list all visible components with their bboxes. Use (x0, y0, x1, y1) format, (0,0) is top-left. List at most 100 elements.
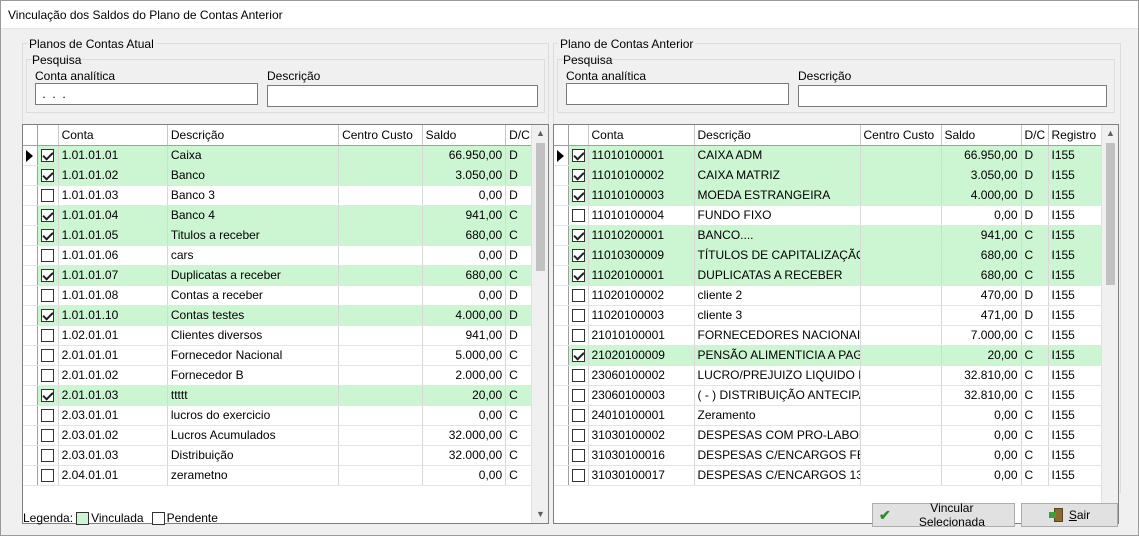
table-row[interactable]: 11020100002 cliente 2 470,00 D I155 (554, 285, 1104, 306)
right-header-registro[interactable]: Registro (1048, 125, 1104, 146)
table-row[interactable]: 1.01.01.04 Banco 4 941,00 C (23, 205, 533, 226)
left-header-conta[interactable]: Conta (58, 125, 168, 146)
table-row[interactable]: 11010100004 FUNDO FIXO 0,00 D I155 (554, 205, 1104, 226)
row-checkbox[interactable] (41, 269, 55, 283)
left-descricao-input[interactable] (267, 85, 538, 107)
row-checkbox[interactable] (41, 309, 55, 323)
right-descricao-input[interactable] (798, 85, 1107, 107)
row-checkbox[interactable] (41, 209, 55, 223)
row-checkbox[interactable] (41, 369, 55, 383)
table-row[interactable]: 1.01.01.03 Banco 3 0,00 D (23, 185, 533, 206)
row-checkbox[interactable] (41, 249, 55, 263)
table-row[interactable]: 11020100003 cliente 3 471,00 D I155 (554, 305, 1104, 326)
table-row[interactable]: 2.01.01.01 Fornecedor Nacional 5.000,00 C (23, 345, 533, 366)
left-header-dc[interactable]: D/C (505, 125, 533, 146)
row-checkbox[interactable] (41, 449, 55, 463)
left-conta-input[interactable] (35, 83, 258, 105)
table-row[interactable]: 2.03.01.03 Distribuição 32.000,00 C (23, 445, 533, 466)
row-checkbox[interactable] (41, 349, 55, 363)
row-checkbox[interactable] (41, 229, 55, 243)
table-row[interactable]: 31030100002 DESPESAS COM PRO-LABORE 0,00 C I… (554, 425, 1104, 446)
right-header-check (568, 125, 589, 146)
left-scroll-thumb[interactable] (536, 143, 545, 271)
row-checkbox[interactable] (571, 209, 585, 223)
table-row[interactable]: 11010100003 MOEDA ESTRANGEIRA 4.000,00 D I15… (554, 185, 1104, 206)
table-row[interactable]: 1.01.01.01 Caixa 66.950,00 D (23, 145, 533, 166)
row-checkbox[interactable] (41, 409, 55, 423)
row-checkbox[interactable] (571, 149, 585, 163)
left-header-descricao[interactable]: Descrição (167, 125, 340, 146)
table-row[interactable]: 21010100001 FORNECEDORES NACIONAIS 7.000,0… (554, 325, 1104, 346)
row-checkbox[interactable] (571, 229, 585, 243)
table-row[interactable]: 11010100001 CAIXA ADM 66.950,00 D I155 (554, 145, 1104, 166)
right-header-saldo[interactable]: Saldo (941, 125, 1022, 146)
row-checkbox[interactable] (41, 289, 55, 303)
left-header-saldo[interactable]: Saldo (422, 125, 507, 146)
row-checkbox[interactable] (571, 349, 585, 363)
row-indicator (554, 145, 569, 166)
row-checkbox[interactable] (571, 189, 585, 203)
row-checkbox[interactable] (41, 429, 55, 443)
table-row[interactable]: 1.02.01.01 Clientes diversos 941,00 D (23, 325, 533, 346)
table-row[interactable]: 21020100009 PENSÃO ALIMENTICIA A PAGA 20,0… (554, 345, 1104, 366)
table-row[interactable]: 2.01.01.02 Fornecedor B 2.000,00 C (23, 365, 533, 386)
row-checkbox[interactable] (571, 309, 585, 323)
table-row[interactable]: 1.01.01.05 Titulos a receber 680,00 C (23, 225, 533, 246)
left-scroll-down-icon[interactable]: ▼ (532, 506, 548, 523)
table-row[interactable]: 1.01.01.06 cars 0,00 D (23, 245, 533, 266)
row-checkbox[interactable] (41, 469, 55, 483)
dialog-window: Vinculação dos Saldos do Plano de Contas… (0, 0, 1139, 536)
row-checkbox[interactable] (571, 329, 585, 343)
row-checkbox[interactable] (571, 469, 585, 483)
table-row[interactable]: 23060100003( - ) DISTRIBUIÇÃO ANTECIPAD 3… (554, 385, 1104, 406)
table-row[interactable]: 24010100001 Zeramento 0,00 C I155 (554, 405, 1104, 426)
right-scroll-thumb[interactable] (1106, 143, 1115, 285)
row-checkbox[interactable] (571, 289, 585, 303)
sair-button[interactable]: Sair (1021, 503, 1118, 527)
row-checkbox[interactable] (571, 269, 585, 283)
left-header-centro[interactable]: Centro Custo (338, 125, 423, 146)
row-checkbox[interactable] (571, 169, 585, 183)
table-row[interactable]: 31030100016DESPESAS C/ENCARGOS FÉRIA 0,00… (554, 445, 1104, 466)
row-checkbox[interactable] (41, 169, 55, 183)
table-row[interactable]: 23060100002 LUCRO/PREJUIZO LIQUIDO DO 32.8… (554, 365, 1104, 386)
table-row[interactable]: 1.01.01.10 Contas testes 4.000,00 D (23, 305, 533, 326)
row-checkbox[interactable] (41, 189, 55, 203)
row-registro: I155 (1048, 285, 1104, 306)
row-checkbox[interactable] (41, 149, 55, 163)
right-header-conta[interactable]: Conta (588, 125, 695, 146)
right-conta-input[interactable] (566, 83, 789, 105)
table-row[interactable]: 2.03.01.01 lucros do exercicio 0,00 C (23, 405, 533, 426)
left-scrollbar[interactable]: ▲ ▼ (531, 125, 548, 523)
table-row[interactable]: 1.01.01.02 Banco 3.050,00 D (23, 165, 533, 186)
vincular-selecionada-button[interactable]: ✔ Vincular Selecionada (872, 501, 1015, 529)
row-checkbox[interactable] (41, 329, 55, 343)
table-row[interactable]: 2.04.01.01 zerametno 0,00 C (23, 465, 533, 486)
table-row[interactable]: 2.03.01.02 Lucros Acumulados 32.000,00 C (23, 425, 533, 446)
left-scroll-up-icon[interactable]: ▲ (532, 125, 548, 142)
table-row[interactable]: 1.01.01.08 Contas a receber 0,00 D (23, 285, 533, 306)
right-header-descricao[interactable]: Descrição (694, 125, 861, 146)
previous-accounts-grid[interactable]: Conta Descrição Centro Custo Saldo D/C R… (553, 124, 1119, 524)
row-checkbox[interactable] (571, 409, 585, 423)
right-header-dc[interactable]: D/C (1021, 125, 1049, 146)
legend-pending-text: Pendente (166, 511, 218, 525)
table-row[interactable]: 31030100017DESPESAS C/ENCARGOS 13º - I 0,… (554, 465, 1104, 486)
row-checkbox[interactable] (571, 429, 585, 443)
row-checkbox[interactable] (571, 449, 585, 463)
table-row[interactable]: 11010200001 BANCO.... 941,00 C I155 (554, 225, 1104, 246)
table-row[interactable]: 11010300009 TÍTULOS DE CAPITALIZAÇÃO 680,0… (554, 245, 1104, 266)
right-scrollbar[interactable]: ▲ ▼ (1101, 125, 1118, 523)
table-row[interactable]: 1.01.01.07 Duplicatas a receber 680,00 C (23, 265, 533, 286)
table-row[interactable]: 11010100002 CAIXA MATRIZ 3.050,00 D I155 (554, 165, 1104, 186)
row-checkbox[interactable] (571, 389, 585, 403)
right-scroll-up-icon[interactable]: ▲ (1102, 125, 1118, 142)
row-indicator (23, 165, 38, 186)
current-accounts-grid[interactable]: Conta Descrição Centro Custo Saldo D/C 1… (22, 124, 549, 524)
table-row[interactable]: 11020100001 DUPLICATAS A RECEBER 680,00 C I1… (554, 265, 1104, 286)
row-checkbox[interactable] (41, 389, 55, 403)
right-header-centro[interactable]: Centro Custo (860, 125, 942, 146)
row-checkbox[interactable] (571, 369, 585, 383)
table-row[interactable]: 2.01.01.03 ttttt 20,00 C (23, 385, 533, 406)
row-checkbox[interactable] (571, 249, 585, 263)
